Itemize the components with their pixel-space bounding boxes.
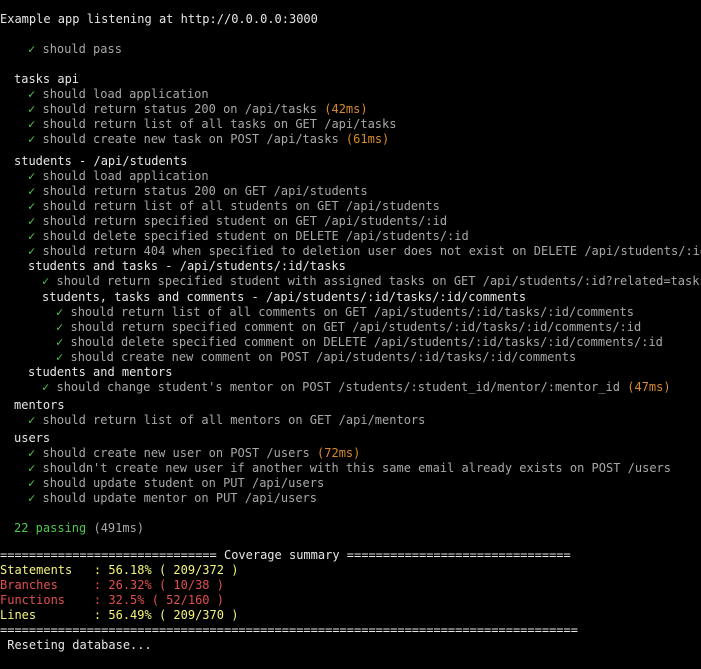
check-icon: ✓ xyxy=(28,87,36,101)
suite-title-users: users xyxy=(14,431,51,445)
suite-title-students-mentors: students and mentors xyxy=(28,365,173,379)
check-icon: ✓ xyxy=(28,199,36,213)
coverage-statements: Statements : 56.18% ( 209/372 ) xyxy=(0,563,239,577)
check-icon: ✓ xyxy=(28,413,36,427)
check-icon: ✓ xyxy=(28,461,36,475)
test-item: ✓ should return status 200 on /api/tasks… xyxy=(28,102,368,116)
check-icon: ✓ xyxy=(56,335,64,349)
check-icon: ✓ xyxy=(56,350,64,364)
test-item: ✓ should return 404 when specified to de… xyxy=(28,244,701,258)
test-item: ✓ should return list of all students on … xyxy=(28,199,440,213)
check-icon: ✓ xyxy=(28,491,36,505)
test-item: ✓ should update mentor on PUT /api/users xyxy=(28,491,318,505)
check-icon: ✓ xyxy=(28,132,36,146)
test-duration: (72ms) xyxy=(317,446,361,460)
check-icon: ✓ xyxy=(28,229,36,243)
coverage-functions: Functions : 32.5% ( 52/160 ) xyxy=(0,593,224,607)
test-item: ✓ should create new user on POST /users … xyxy=(28,446,361,460)
test-item: ✓ should return specified student on GET… xyxy=(28,214,448,228)
check-icon: ✓ xyxy=(42,274,50,288)
check-icon: ✓ xyxy=(28,117,36,131)
suite-title-comments: students, tasks and comments - /api/stud… xyxy=(42,290,527,304)
test-duration: (61ms) xyxy=(345,132,390,146)
check-icon: ✓ xyxy=(42,380,50,394)
test-item: ✓ should return list of all tasks on GET… xyxy=(28,117,397,131)
test-item: ✓ should update student on PUT /api/user… xyxy=(28,476,325,490)
check-icon: ✓ xyxy=(28,476,36,490)
test-item: ✓ should return list of all comments on … xyxy=(56,305,634,319)
suite-title-tasks-api: tasks api xyxy=(14,72,80,86)
test-item: ✓ should return status 200 on GET /api/s… xyxy=(28,184,368,198)
status-line: Reseting database... xyxy=(0,638,152,652)
server-status-line: Example app listening at http://0.0.0.0:… xyxy=(0,12,318,26)
test-duration: (47ms) xyxy=(627,380,671,394)
suite-title-mentors: mentors xyxy=(14,398,65,412)
coverage-branches: Branches : 26.32% ( 10/38 ) xyxy=(0,578,224,592)
check-icon: ✓ xyxy=(28,244,36,258)
test-item: ✓ should create new task on POST /api/ta… xyxy=(28,132,390,146)
test-item: ✓ should return specified comment on GET… xyxy=(56,320,642,334)
check-icon: ✓ xyxy=(28,446,36,460)
coverage-footer: ========================================… xyxy=(0,623,578,637)
test-duration: (42ms) xyxy=(324,102,368,116)
check-icon: ✓ xyxy=(28,169,36,183)
test-item: ✓ should load application xyxy=(28,169,209,183)
passing-summary: 22 passing (491ms) xyxy=(14,521,145,535)
coverage-lines: Lines : 56.49% ( 209/370 ) xyxy=(0,608,239,622)
suite-title-students: students - /api/students xyxy=(14,154,188,168)
test-item: ✓ should create new comment on POST /api… xyxy=(56,350,577,364)
test-item: ✓ should change student's mentor on POST… xyxy=(42,380,671,394)
coverage-header: ============================== Coverage … xyxy=(0,548,571,562)
check-icon: ✓ xyxy=(28,102,36,116)
test-item: ✓ should load application xyxy=(28,87,209,101)
check-icon: ✓ xyxy=(56,305,64,319)
check-icon: ✓ xyxy=(28,42,36,56)
test-item: ✓ should return specified student with a… xyxy=(42,274,701,288)
suite-title-students-tasks: students and tasks - /api/students/:id/t… xyxy=(28,259,346,273)
test-item: ✓ should pass xyxy=(28,42,122,56)
test-item: ✓ should delete specified student on DEL… xyxy=(28,229,469,243)
check-icon: ✓ xyxy=(28,214,36,228)
test-item: ✓ shouldn't create new user if another w… xyxy=(28,461,672,475)
test-item: ✓ should return list of all mentors on G… xyxy=(28,413,426,427)
check-icon: ✓ xyxy=(56,320,64,334)
terminal-window[interactable]: Example app listening at http://0.0.0.0:… xyxy=(0,0,701,669)
test-item: ✓ should delete specified comment on DEL… xyxy=(56,335,663,349)
check-icon: ✓ xyxy=(28,184,36,198)
